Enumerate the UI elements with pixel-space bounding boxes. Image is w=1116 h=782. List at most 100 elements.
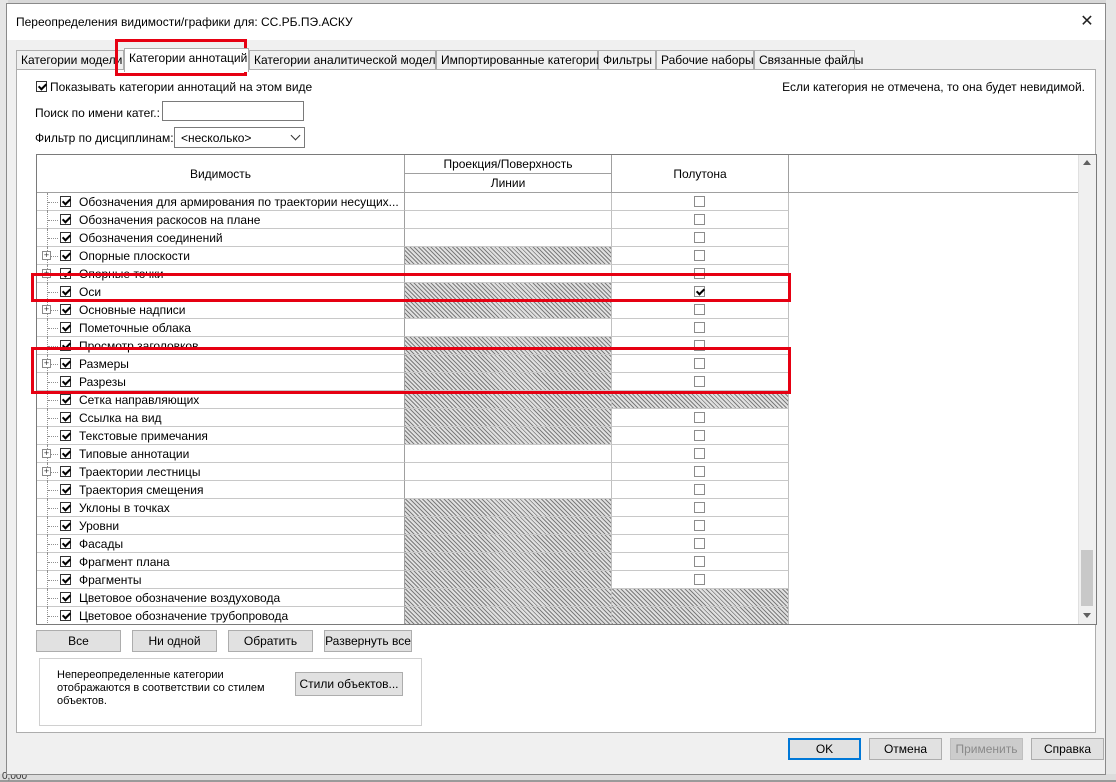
help-button[interactable]: Справка — [1031, 738, 1104, 760]
projection-lines-cell[interactable] — [405, 193, 612, 211]
halftone-checkbox[interactable] — [694, 538, 705, 549]
halftone-cell[interactable] — [612, 409, 789, 427]
visibility-checkbox[interactable] — [60, 448, 71, 459]
header-lines[interactable]: Линии — [405, 174, 612, 193]
halftone-checkbox[interactable] — [694, 520, 705, 531]
projection-lines-cell[interactable] — [405, 427, 612, 445]
table-row[interactable]: Цветовое обозначение воздуховода — [37, 589, 1081, 607]
select-all-button[interactable]: Все — [36, 630, 121, 652]
halftone-cell[interactable] — [612, 211, 789, 229]
halftone-cell[interactable] — [612, 571, 789, 589]
show-annotations-row[interactable]: Показывать категории аннотаций на этом в… — [36, 79, 312, 94]
visibility-checkbox[interactable] — [60, 484, 71, 495]
halftone-checkbox[interactable] — [694, 286, 705, 297]
close-icon[interactable]: ✕ — [1073, 10, 1101, 34]
halftone-cell[interactable] — [612, 337, 789, 355]
halftone-cell[interactable] — [612, 517, 789, 535]
tab-filters[interactable]: Фильтры — [598, 50, 656, 70]
halftone-checkbox[interactable] — [694, 250, 705, 261]
expand-plus-icon[interactable]: + — [42, 269, 51, 278]
discipline-filter-select[interactable]: <несколько> — [174, 127, 305, 148]
projection-lines-cell[interactable] — [405, 535, 612, 553]
table-row[interactable]: Обозначения раскосов на плане — [37, 211, 1081, 229]
halftone-checkbox[interactable] — [694, 430, 705, 441]
halftone-cell[interactable] — [612, 193, 789, 211]
table-row[interactable]: Сетка направляющих — [37, 391, 1081, 409]
expand-plus-icon[interactable]: + — [42, 467, 51, 476]
halftone-cell[interactable] — [612, 265, 789, 283]
projection-lines-cell[interactable] — [405, 265, 612, 283]
halftone-checkbox[interactable] — [694, 322, 705, 333]
table-row[interactable]: Обозначения для армирования по траектори… — [37, 193, 1081, 211]
invert-selection-button[interactable]: Обратить — [228, 630, 313, 652]
halftone-cell[interactable] — [612, 373, 789, 391]
projection-lines-cell[interactable] — [405, 283, 612, 301]
projection-lines-cell[interactable] — [405, 409, 612, 427]
visibility-checkbox[interactable] — [60, 466, 71, 477]
halftone-cell[interactable] — [612, 463, 789, 481]
object-styles-button[interactable]: Стили объектов... — [295, 672, 403, 696]
visibility-checkbox[interactable] — [60, 196, 71, 207]
table-row[interactable]: Оси — [37, 283, 1081, 301]
halftone-cell[interactable] — [612, 427, 789, 445]
table-row[interactable]: Фрагмент плана — [37, 553, 1081, 571]
header-visibility[interactable]: Видимость — [37, 155, 405, 193]
visibility-checkbox[interactable] — [60, 214, 71, 225]
scroll-thumb[interactable] — [1081, 550, 1093, 606]
halftone-checkbox[interactable] — [694, 574, 705, 585]
halftone-checkbox[interactable] — [694, 466, 705, 477]
table-row[interactable]: + Опорные точки — [37, 265, 1081, 283]
scroll-down-arrow-icon[interactable] — [1083, 613, 1091, 618]
halftone-checkbox[interactable] — [694, 340, 705, 351]
expand-plus-icon[interactable]: + — [42, 359, 51, 368]
table-row[interactable]: Просмотр заголовков — [37, 337, 1081, 355]
halftone-cell[interactable] — [612, 445, 789, 463]
table-row[interactable]: Разрезы — [37, 373, 1081, 391]
projection-lines-cell[interactable] — [405, 553, 612, 571]
halftone-cell[interactable] — [612, 391, 789, 409]
visibility-checkbox[interactable] — [60, 538, 71, 549]
halftone-checkbox[interactable] — [694, 448, 705, 459]
tab-imported-categories[interactable]: Импортированные категории — [436, 50, 603, 70]
halftone-cell[interactable] — [612, 301, 789, 319]
projection-lines-cell[interactable] — [405, 373, 612, 391]
projection-lines-cell[interactable] — [405, 319, 612, 337]
show-annotations-checkbox[interactable] — [36, 81, 47, 93]
visibility-checkbox[interactable] — [60, 304, 71, 315]
projection-lines-cell[interactable] — [405, 571, 612, 589]
table-row[interactable]: Уклоны в точках — [37, 499, 1081, 517]
table-row[interactable]: Фрагменты — [37, 571, 1081, 589]
expand-all-button[interactable]: Развернуть все — [324, 630, 412, 652]
halftone-cell[interactable] — [612, 535, 789, 553]
table-row[interactable]: + Типовые аннотации — [37, 445, 1081, 463]
visibility-checkbox[interactable] — [60, 358, 71, 369]
visibility-checkbox[interactable] — [60, 250, 71, 261]
projection-lines-cell[interactable] — [405, 463, 612, 481]
visibility-checkbox[interactable] — [60, 520, 71, 531]
projection-lines-cell[interactable] — [405, 391, 612, 409]
header-halftone[interactable]: Полутона — [612, 155, 789, 193]
projection-lines-cell[interactable] — [405, 211, 612, 229]
visibility-checkbox[interactable] — [60, 412, 71, 423]
visibility-checkbox[interactable] — [60, 268, 71, 279]
ok-button[interactable]: OK — [788, 738, 861, 760]
halftone-cell[interactable] — [612, 553, 789, 571]
visibility-checkbox[interactable] — [60, 286, 71, 297]
halftone-cell[interactable] — [612, 481, 789, 499]
visibility-checkbox[interactable] — [60, 574, 71, 585]
projection-lines-cell[interactable] — [405, 337, 612, 355]
halftone-checkbox[interactable] — [694, 268, 705, 279]
projection-lines-cell[interactable] — [405, 247, 612, 265]
table-row[interactable]: Ссылка на вид — [37, 409, 1081, 427]
table-row[interactable]: + Траектории лестницы — [37, 463, 1081, 481]
apply-button[interactable]: Применить — [950, 738, 1023, 760]
halftone-cell[interactable] — [612, 355, 789, 373]
visibility-checkbox[interactable] — [60, 430, 71, 441]
cancel-button[interactable]: Отмена — [869, 738, 942, 760]
visibility-checkbox[interactable] — [60, 340, 71, 351]
grid-scrollbar[interactable] — [1078, 155, 1096, 624]
tab-analytical-model-categories[interactable]: Категории аналитической модели — [249, 50, 442, 70]
table-row[interactable]: Пометочные облака — [37, 319, 1081, 337]
visibility-checkbox[interactable] — [60, 610, 71, 621]
visibility-checkbox[interactable] — [60, 502, 71, 513]
